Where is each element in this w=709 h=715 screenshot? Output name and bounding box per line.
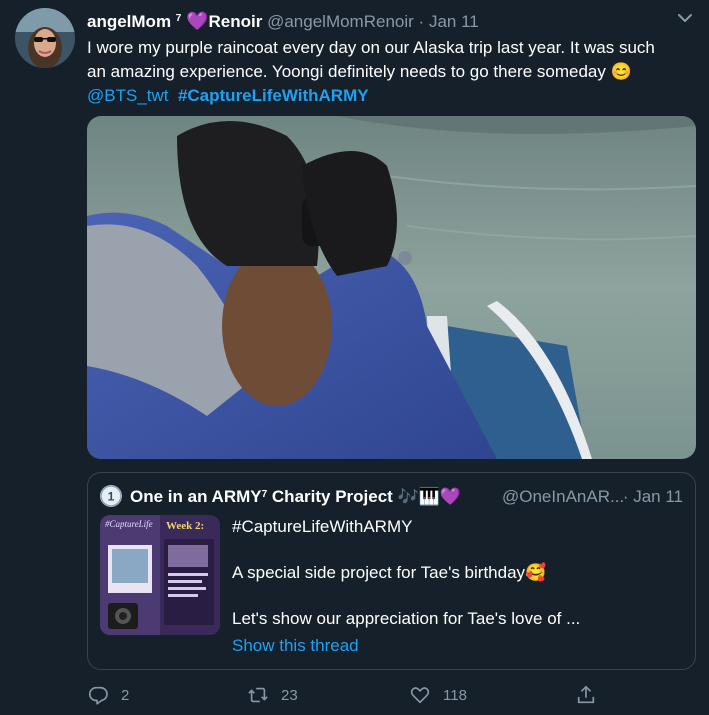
quoted-tweet-text: #CaptureLifeWithARMY A special side proj… xyxy=(232,515,682,653)
share-button[interactable] xyxy=(575,682,609,708)
mention-link[interactable]: @BTS_twt xyxy=(87,86,169,105)
quoted-tweet-paragraph: A special side project for Tae's birthda… xyxy=(232,563,547,582)
quoted-author-superscript: 7 xyxy=(261,489,268,500)
tweet-photo[interactable] xyxy=(87,116,696,459)
quoted-tweet-date: · Jan 11 xyxy=(622,487,683,506)
author-name-superscript: 7 xyxy=(175,13,182,24)
caret-down-icon[interactable] xyxy=(675,8,695,28)
purple-heart-icon: 💜 xyxy=(186,11,209,31)
svg-text:1: 1 xyxy=(108,490,115,504)
retweet-count: 23 xyxy=(281,686,298,704)
quoted-author-avatar[interactable]: 1 xyxy=(100,485,122,507)
author-avatar[interactable] xyxy=(15,8,75,68)
thumbnail-subtitle: Week 2: xyxy=(166,520,204,532)
thumbnail-title: #CaptureLife xyxy=(105,519,153,529)
show-thread-link[interactable]: Show this thread xyxy=(232,636,359,656)
quoted-author-name[interactable]: One in an ARMY7 Charity Project 🎶🎹💜 xyxy=(130,485,461,509)
retweet-icon xyxy=(248,687,268,703)
quoted-tweet-thumbnail[interactable]: #CaptureLife Week 2: xyxy=(100,515,220,635)
tweet-header: angelMom 7 💜Renoir @angelMomRenoir · Jan… xyxy=(87,8,689,34)
author-name[interactable]: angelMom 7 💜Renoir xyxy=(87,11,262,31)
reply-icon xyxy=(88,686,108,705)
quoted-author-handle: @OneInAnAR... xyxy=(502,487,625,506)
retweet-button[interactable]: 23 xyxy=(247,682,298,708)
tweet-text-line: I wore my purple raincoat every day on o… xyxy=(87,38,655,57)
tweet-text-line: an amazing experience. Yoongi definitely… xyxy=(87,62,632,81)
tweet-text: I wore my purple raincoat every day on o… xyxy=(87,36,692,108)
quoted-tweet-paragraph: #CaptureLifeWithARMY xyxy=(232,517,413,536)
reply-button[interactable]: 2 xyxy=(87,682,129,708)
like-icon xyxy=(410,687,430,704)
like-count: 118 xyxy=(443,686,467,704)
reply-count: 2 xyxy=(121,686,130,704)
tweet-date[interactable]: Jan 11 xyxy=(429,12,479,31)
like-button[interactable]: 118 xyxy=(409,682,467,708)
separator-dot: · xyxy=(418,12,425,31)
share-icon xyxy=(577,685,595,704)
tweet-actions: 2 23 118 xyxy=(87,680,607,710)
quoted-tweet[interactable]: 1 One in an ARMY7 Charity Project 🎶🎹💜 @O… xyxy=(87,472,696,670)
author-handle[interactable]: @angelMomRenoir xyxy=(267,12,414,31)
hashtag-link[interactable]: #CaptureLifeWithARMY xyxy=(178,86,369,105)
quoted-tweet-paragraph: Let's show our appreciation for Tae's lo… xyxy=(232,609,581,628)
quoted-tweet-header: 1 One in an ARMY7 Charity Project 🎶🎹💜 @O… xyxy=(100,485,683,509)
